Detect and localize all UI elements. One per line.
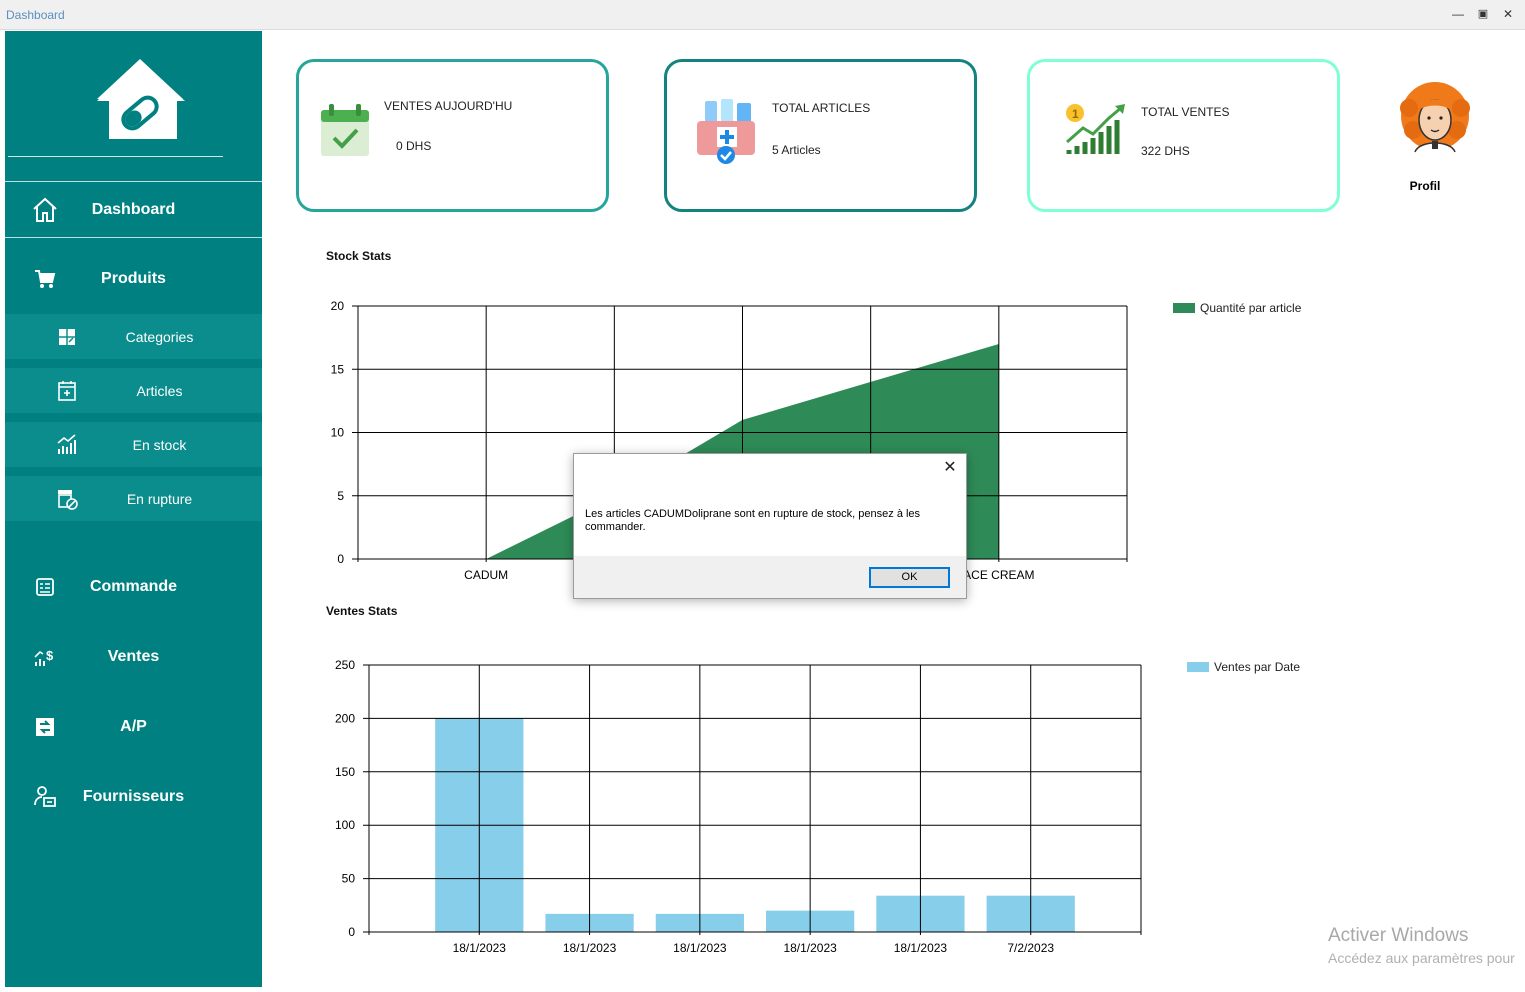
stock-y-tick-label: 5 bbox=[337, 489, 344, 503]
dialog-message: Les articles CADUMDoliprane sont en rupt… bbox=[585, 508, 921, 533]
stock-alert-dialog: ✕ Les articles CADUMDoliprane sont en ru… bbox=[573, 453, 967, 599]
sales-x-tick-label: 18/1/2023 bbox=[894, 941, 948, 955]
stock-y-tick-label: 15 bbox=[331, 362, 345, 376]
stock-x-tick-label: ACE CREAM bbox=[963, 568, 1034, 582]
sales-y-tick-label: 150 bbox=[335, 765, 355, 779]
sales-y-tick-label: 250 bbox=[335, 658, 355, 672]
stock-legend-label: Quantité par article bbox=[1200, 301, 1302, 315]
sales-legend-swatch bbox=[1187, 662, 1209, 672]
stock-y-tick-label: 10 bbox=[331, 426, 345, 440]
sales-y-tick-label: 0 bbox=[348, 925, 355, 939]
sales-y-tick-label: 100 bbox=[335, 818, 355, 832]
dialog-close-icon[interactable]: ✕ bbox=[942, 460, 958, 476]
sales-x-tick-label: 7/2/2023 bbox=[1007, 941, 1054, 955]
sales-x-tick-label: 18/1/2023 bbox=[563, 941, 617, 955]
sales-x-tick-label: 18/1/2023 bbox=[783, 941, 837, 955]
sales-x-tick-label: 18/1/2023 bbox=[453, 941, 507, 955]
stock-legend-swatch bbox=[1173, 303, 1195, 313]
stock-y-tick-label: 20 bbox=[331, 299, 345, 313]
dialog-footer: OK bbox=[574, 556, 966, 598]
sales-y-tick-label: 50 bbox=[342, 872, 356, 886]
sales-y-tick-label: 200 bbox=[335, 711, 355, 725]
activation-watermark-subtitle: Accédez aux paramètres pour bbox=[1328, 950, 1515, 966]
activation-watermark-title: Activer Windows bbox=[1328, 925, 1469, 946]
sales-legend-label: Ventes par Date bbox=[1214, 660, 1301, 674]
stock-y-tick-label: 0 bbox=[337, 552, 344, 566]
sales-x-tick-label: 18/1/2023 bbox=[673, 941, 727, 955]
ok-button[interactable]: OK bbox=[869, 567, 950, 588]
stock-x-tick-label: CADUM bbox=[464, 568, 508, 582]
